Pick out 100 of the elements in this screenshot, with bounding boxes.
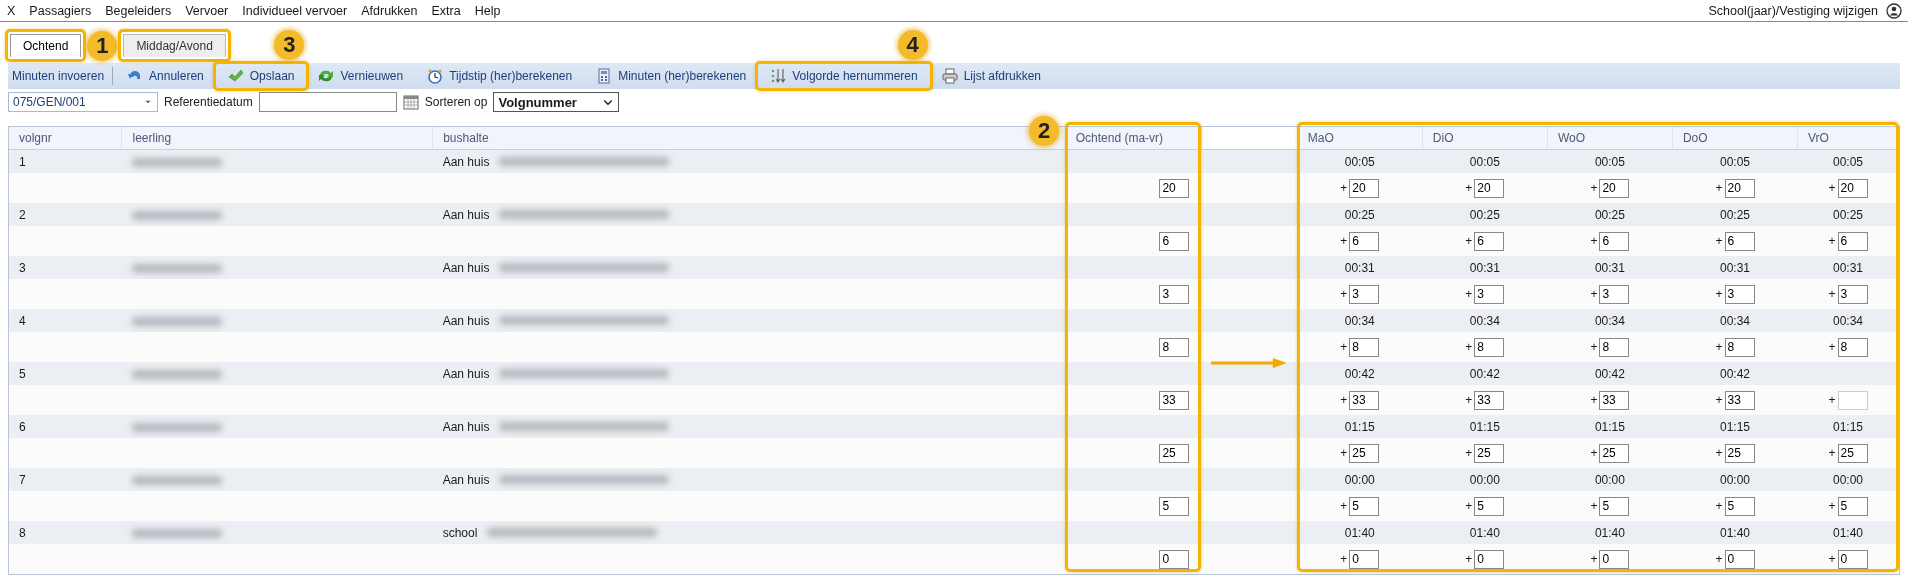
minutes-field[interactable]: 25 [1599,443,1630,463]
minutes-field[interactable]: 5 [1837,496,1868,516]
time-value: 00:05 [1833,154,1864,169]
plus-sign: + [1590,393,1598,407]
minutes-field[interactable]: 0 [1349,549,1380,569]
minutes-field[interactable] [1837,390,1868,410]
minutes-field[interactable]: 8 [1159,337,1190,357]
minutes-field[interactable]: 33 [1349,390,1380,410]
minutes-field[interactable]: 20 [1159,178,1190,198]
time-value: 00:00 [1344,472,1375,487]
minutes-field[interactable]: 20 [1837,178,1868,198]
minutes-field[interactable]: 33 [1599,390,1630,410]
minutes-field[interactable]: 3 [1724,284,1755,304]
toolbar-button[interactable]: Tijdstip (her)berekenen [417,66,583,86]
toolbar-label: Minuten invoeren [12,69,106,83]
table-cell: Aan huis [442,313,490,328]
menu-item[interactable]: Help [473,1,502,20]
minutes-field[interactable]: 6 [1159,231,1190,251]
plus-sign: + [1828,234,1836,248]
minutes-field[interactable]: 5 [1599,496,1630,516]
toolbar-button[interactable]: Vernieuwen [308,66,414,86]
column-header[interactable]: MaO [1297,127,1423,150]
column-header[interactable]: WoO [1547,127,1673,150]
minutes-field[interactable]: 0 [1474,549,1505,569]
minutes-field[interactable]: 5 [1724,496,1755,516]
calculator-icon [596,68,613,84]
toolbar-button[interactable]: Lijst afdrukken [931,66,1052,86]
menu-item[interactable]: Vervoer [184,1,230,20]
toolbar-button[interactable]: Annuleren [117,66,214,86]
time-value: 00:31 [1833,260,1864,275]
minutes-field[interactable]: 8 [1837,337,1868,357]
minutes-field[interactable]: 25 [1159,443,1190,463]
minutes-field[interactable]: 3 [1349,284,1380,304]
date-field[interactable] [258,92,397,112]
plus-sign: + [1715,393,1723,407]
minutes-field[interactable]: 0 [1724,549,1755,569]
minutes-field[interactable]: 0 [1599,549,1630,569]
table-cell: 6 [9,415,122,438]
minutes-field[interactable]: 0 [1159,549,1190,569]
sort-dropdown[interactable]: Volgnummer [493,92,620,112]
minutes-field[interactable]: 3 [1837,284,1868,304]
minutes-field[interactable]: 8 [1474,337,1505,357]
minutes-field[interactable]: 6 [1599,231,1630,251]
minutes-field[interactable]: 5 [1474,496,1505,516]
menu-item[interactable]: Begeleiders [104,1,173,20]
toolbar-button[interactable]: Minuten (her)berekenen [586,66,757,86]
minutes-field[interactable]: 3 [1599,284,1630,304]
column-header[interactable]: Ochtend (ma-vr) [1065,127,1202,150]
minutes-field[interactable]: 5 [1159,496,1190,516]
table-cell: Aan huis [442,260,490,275]
minutes-field[interactable]: 6 [1724,231,1755,251]
menu-item[interactable]: Extra [430,1,462,20]
minutes-field[interactable]: 33 [1474,390,1505,410]
minutes-field[interactable]: 6 [1474,231,1505,251]
account-link[interactable]: School(jaar)/Vestiging wijzigen [1708,3,1878,18]
plus-sign: + [1340,340,1348,354]
time-value: 00:25 [1719,207,1750,222]
minutes-field[interactable]: 25 [1474,443,1505,463]
menu-item[interactable]: Afdrukken [360,1,419,20]
toolbar-button[interactable]: Opslaan [217,66,305,86]
minutes-field[interactable]: 8 [1349,337,1380,357]
time-value: 00:00 [1594,472,1625,487]
menu-item[interactable]: X [6,1,17,20]
minutes-field[interactable]: 20 [1474,178,1505,198]
plus-sign: + [1340,499,1348,513]
plus-sign: + [1340,287,1348,301]
plus-sign: + [1715,287,1723,301]
tab[interactable]: Ochtend [10,34,82,57]
minutes-field[interactable]: 25 [1837,443,1868,463]
minutes-field[interactable]: 3 [1474,284,1505,304]
time-value: 00:34 [1719,313,1750,328]
minutes-field[interactable]: 25 [1349,443,1380,463]
minutes-field[interactable]: 20 [1724,178,1755,198]
menu-item[interactable]: Passagiers [28,1,93,20]
minutes-field[interactable]: 8 [1599,337,1630,357]
route-dropdown[interactable]: 075/GEN/001 [8,92,158,112]
table-cell: school [442,525,478,540]
minutes-field[interactable]: 3 [1159,284,1190,304]
toolbar-button[interactable]: Volgorde hernummeren [760,66,928,86]
tab[interactable]: Middag/Avond [123,34,226,57]
minutes-field[interactable]: 33 [1159,390,1190,410]
column-header[interactable]: DiO [1422,127,1548,150]
column-header[interactable]: leerling [122,127,433,150]
minutes-field[interactable]: 20 [1599,178,1630,198]
plus-sign: + [1590,234,1598,248]
minutes-field[interactable]: 8 [1724,337,1755,357]
minutes-field[interactable]: 20 [1349,178,1380,198]
time-value: 01:40 [1344,525,1375,540]
time-value: 01:15 [1719,419,1750,434]
minutes-field[interactable]: 0 [1837,549,1868,569]
column-header[interactable]: volgnr [9,127,122,150]
minutes-field[interactable]: 5 [1349,496,1380,516]
menu-item[interactable]: Individueel vervoer [241,1,349,20]
plus-sign: + [1340,181,1348,195]
column-header[interactable]: DoO [1672,127,1798,150]
minutes-field[interactable]: 33 [1724,390,1755,410]
time-value: 01:15 [1833,419,1864,434]
minutes-field[interactable]: 6 [1837,231,1868,251]
minutes-field[interactable]: 6 [1349,231,1380,251]
minutes-field[interactable]: 25 [1724,443,1755,463]
